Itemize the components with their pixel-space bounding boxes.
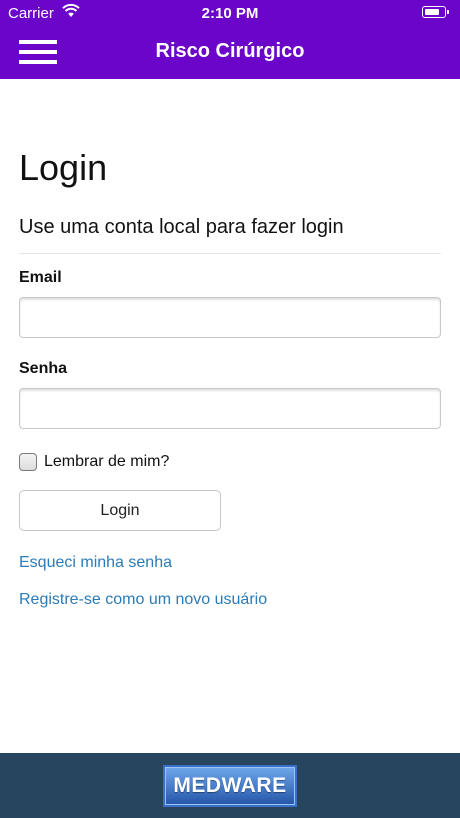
battery-icon [422, 6, 449, 18]
login-subtitle: Use uma conta local para fazer login [19, 216, 344, 238]
page-title: Login [19, 147, 108, 188]
footer: MEDWARE [0, 753, 460, 818]
top-navbar: Risco Cirúrgico [0, 26, 460, 79]
login-button[interactable]: Login [19, 490, 221, 531]
email-field[interactable] [19, 297, 441, 338]
app-title: Risco Cirúrgico [155, 40, 305, 62]
email-label: Email [19, 269, 62, 286]
remember-me-label: Lembrar de mim? [44, 453, 170, 470]
password-label: Senha [19, 360, 68, 377]
remember-me-checkbox[interactable] [19, 453, 37, 471]
remember-me-row: Lembrar de mim? [19, 451, 169, 473]
clock: 2:10 PM [201, 5, 259, 22]
medware-logo: MEDWARE [163, 765, 297, 807]
forgot-password-link[interactable]: Esqueci minha senha [19, 554, 172, 572]
divider [19, 253, 441, 254]
register-link[interactable]: Registre-se como um novo usuário [19, 591, 267, 609]
status-bar: Carrier 2:10 PM [0, 0, 460, 26]
password-field[interactable] [19, 388, 441, 429]
